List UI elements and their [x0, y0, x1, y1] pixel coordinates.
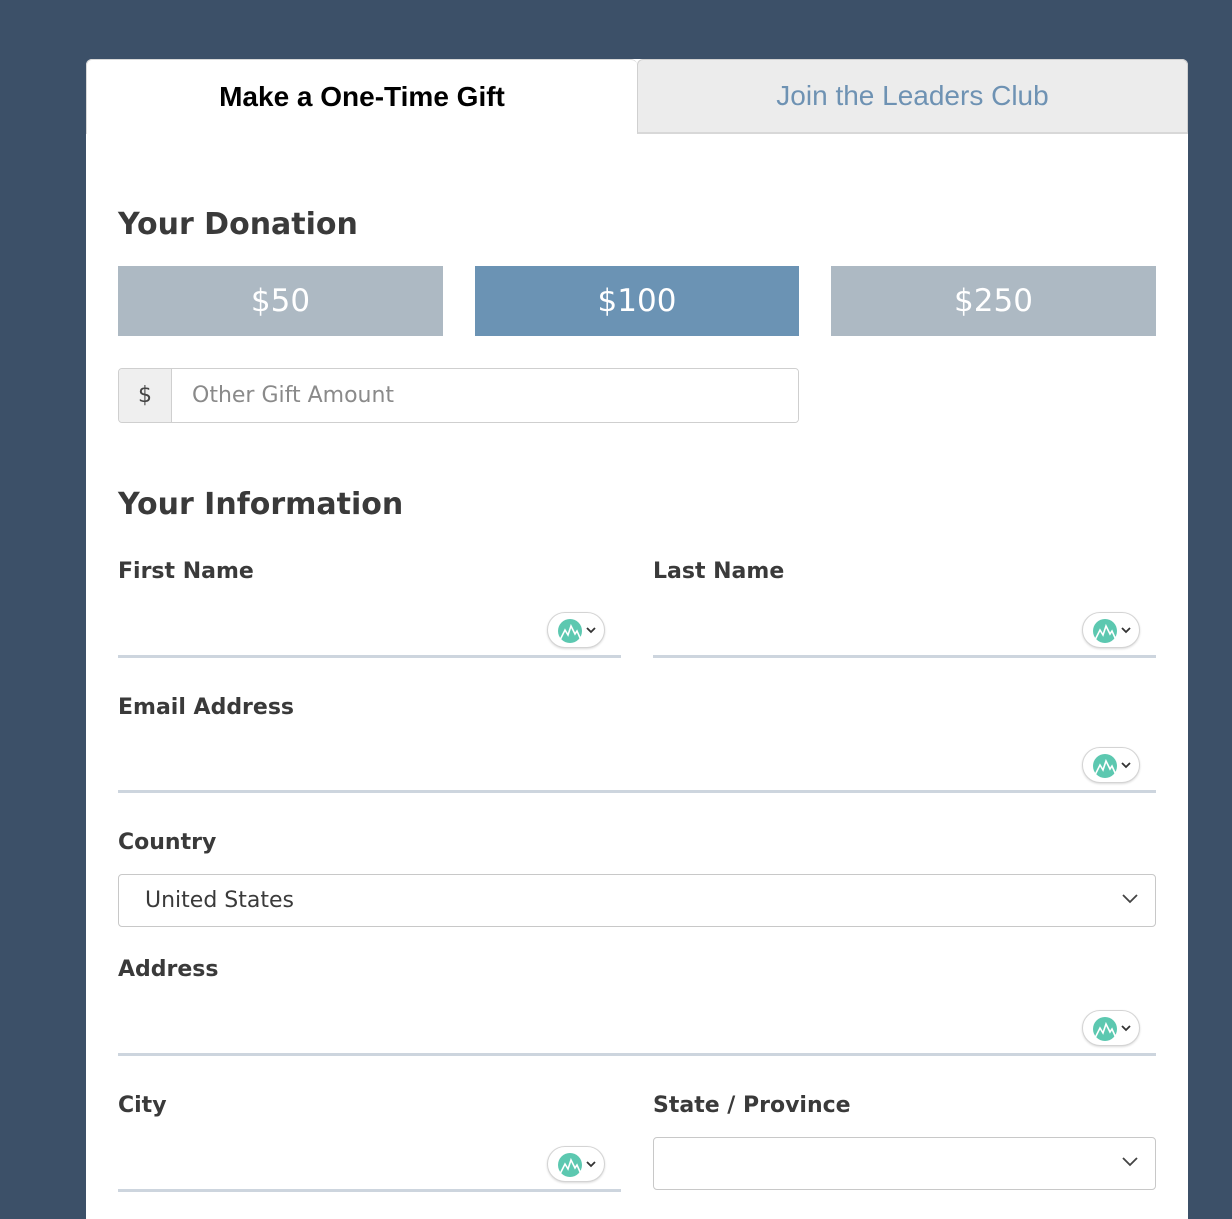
last-name-field[interactable]: [653, 612, 1156, 658]
email-field[interactable]: [118, 747, 1156, 793]
tab-leaders-club[interactable]: Join the Leaders Club: [637, 59, 1188, 134]
donation-heading: Your Donation: [118, 207, 358, 242]
city-label: City: [118, 1093, 167, 1118]
password-manager-icon: [558, 1153, 582, 1177]
first-name-input[interactable]: [118, 612, 525, 656]
chevron-down-icon: [586, 627, 596, 634]
email-label: Email Address: [118, 695, 295, 720]
email-input[interactable]: [118, 747, 953, 791]
chevron-down-icon: [1122, 894, 1138, 904]
address-field[interactable]: [118, 1010, 1156, 1056]
city-field[interactable]: [118, 1146, 621, 1192]
chevron-down-icon: [1121, 627, 1131, 634]
first-name-label: First Name: [118, 559, 254, 584]
last-name-input[interactable]: [653, 612, 1060, 656]
autofill-badge[interactable]: [1082, 1010, 1140, 1046]
password-manager-icon: [1093, 754, 1117, 778]
chevron-down-icon: [1121, 1025, 1131, 1032]
autofill-badge[interactable]: [547, 1146, 605, 1182]
chevron-down-icon: [586, 1161, 596, 1168]
state-select[interactable]: [653, 1137, 1156, 1190]
tab-one-time-gift[interactable]: Make a One-Time Gift: [86, 59, 637, 134]
country-label: Country: [118, 830, 217, 855]
other-amount-input[interactable]: [172, 369, 798, 422]
country-select[interactable]: United States: [118, 874, 1156, 927]
chevron-down-icon: [1121, 762, 1131, 769]
country-selected-value: United States: [145, 888, 294, 913]
password-manager-icon: [558, 619, 582, 643]
city-input[interactable]: [118, 1146, 525, 1190]
first-name-field[interactable]: [118, 612, 621, 658]
last-name-label: Last Name: [653, 559, 785, 584]
currency-prefix: $: [119, 369, 172, 422]
information-heading: Your Information: [118, 487, 404, 522]
amount-button-250[interactable]: $250: [831, 266, 1156, 336]
address-label: Address: [118, 957, 219, 982]
state-label: State / Province: [653, 1093, 851, 1118]
chevron-down-icon: [1122, 1157, 1138, 1167]
autofill-badge[interactable]: [547, 612, 605, 648]
autofill-badge[interactable]: [1082, 747, 1140, 783]
amount-button-50[interactable]: $50: [118, 266, 443, 336]
gift-type-tabs: Make a One-Time Gift Join the Leaders Cl…: [86, 59, 1188, 134]
address-input[interactable]: [118, 1010, 953, 1054]
password-manager-icon: [1093, 1017, 1117, 1041]
autofill-badge[interactable]: [1082, 612, 1140, 648]
amount-button-100[interactable]: $100: [475, 266, 799, 336]
other-amount-group: $: [118, 368, 799, 423]
donation-form-card: Make a One-Time Gift Join the Leaders Cl…: [86, 59, 1188, 1219]
password-manager-icon: [1093, 619, 1117, 643]
